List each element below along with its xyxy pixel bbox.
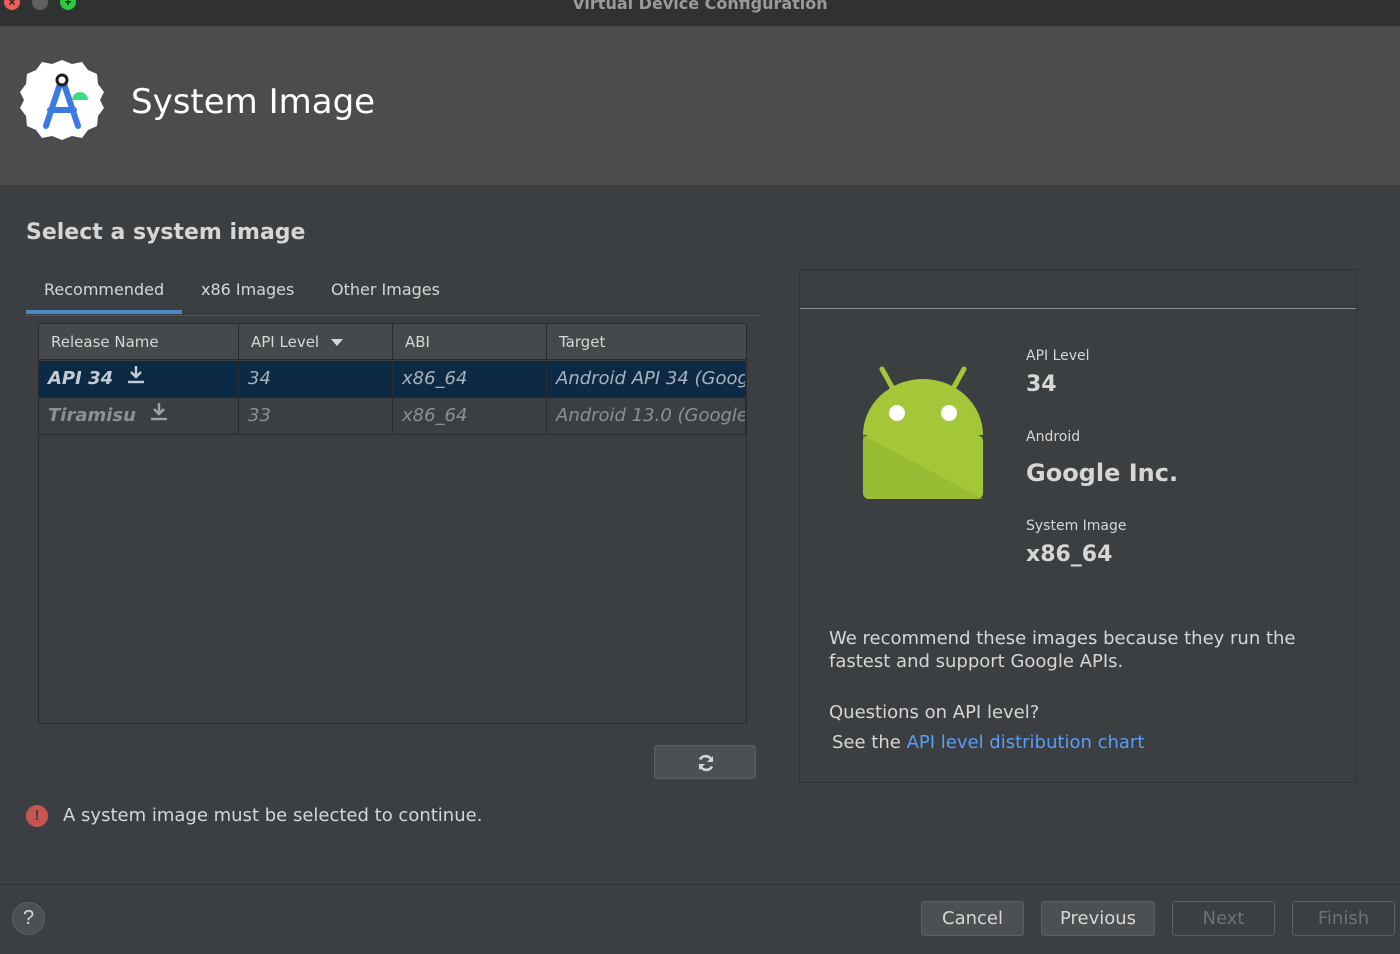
footer-divider xyxy=(0,884,1400,885)
system-image-table: Release Name API Level ABI Target API 34… xyxy=(38,323,747,724)
api-level-value: 34 xyxy=(1026,372,1057,397)
section-title: Select a system image xyxy=(26,220,306,245)
sort-descending-icon xyxy=(331,339,344,346)
tab-recommended[interactable]: Recommended xyxy=(44,280,164,299)
download-icon[interactable] xyxy=(127,361,145,397)
release-name-cell: Tiramisu xyxy=(39,398,239,434)
abi-cell: x86_64 xyxy=(393,361,547,397)
android-studio-logo-icon xyxy=(20,58,104,142)
system-image-value: x86_64 xyxy=(1026,542,1113,567)
api-level-cell: 34 xyxy=(239,361,393,397)
image-details-panel: API Level 34 Android Google Inc. System … xyxy=(799,269,1357,783)
android-value: Google Inc. xyxy=(1026,459,1179,487)
previous-button[interactable]: Previous xyxy=(1041,901,1155,936)
active-tab-indicator xyxy=(26,310,182,314)
download-icon[interactable] xyxy=(150,398,168,434)
tab-x86-images[interactable]: x86 Images xyxy=(201,280,294,299)
android-robot-icon xyxy=(860,365,986,506)
tab-other-images[interactable]: Other Images xyxy=(331,280,440,299)
help-button[interactable]: ? xyxy=(12,902,45,935)
window-title: Virtual Device Configuration xyxy=(572,0,828,13)
column-header-abi[interactable]: ABI xyxy=(393,324,547,360)
target-cell: Android API 34 (Google APIs) xyxy=(547,361,746,397)
api-distribution-chart-link[interactable]: API level distribution chart xyxy=(907,732,1145,753)
wizard-header: System Image xyxy=(0,26,1400,185)
column-header-target[interactable]: Target xyxy=(547,324,746,360)
question-mark-icon: ? xyxy=(22,907,35,929)
api-question-text: Questions on API level? xyxy=(829,702,1040,723)
details-header xyxy=(800,270,1356,309)
column-header-release-name[interactable]: Release Name xyxy=(39,324,239,360)
recommendation-text: We recommend these images because they r… xyxy=(829,628,1296,672)
page-title: System Image xyxy=(131,82,376,122)
column-header-api-level[interactable]: API Level xyxy=(239,324,393,360)
error-icon: ! xyxy=(26,805,48,827)
android-label: Android xyxy=(1026,429,1081,445)
api-level-cell: 33 xyxy=(239,398,393,434)
refresh-button[interactable] xyxy=(654,745,756,779)
table-row[interactable]: Tiramisu 33 x86_64 Android 13.0 (Google … xyxy=(39,398,746,435)
next-button[interactable]: Next xyxy=(1172,901,1275,936)
cancel-button[interactable]: Cancel xyxy=(921,901,1024,936)
title-bar: × + Virtual Device Configuration xyxy=(0,0,1400,26)
release-name-cell: API 34 xyxy=(39,361,239,397)
abi-cell: x86_64 xyxy=(393,398,547,434)
api-level-label: API Level xyxy=(1026,348,1090,364)
see-chart-line: See the API level distribution chart xyxy=(832,732,1145,753)
error-message: A system image must be selected to conti… xyxy=(63,805,483,826)
table-row[interactable]: API 34 34 x86_64 Android API 34 (Google … xyxy=(39,361,746,398)
refresh-icon xyxy=(698,754,714,772)
finish-button[interactable]: Finish xyxy=(1292,901,1395,936)
image-tabs: Recommended x86 Images Other Images xyxy=(26,270,760,316)
table-header: Release Name API Level ABI Target xyxy=(39,324,746,360)
system-image-label: System Image xyxy=(1026,518,1127,534)
target-cell: Android 13.0 (Google APIs) xyxy=(547,398,746,434)
